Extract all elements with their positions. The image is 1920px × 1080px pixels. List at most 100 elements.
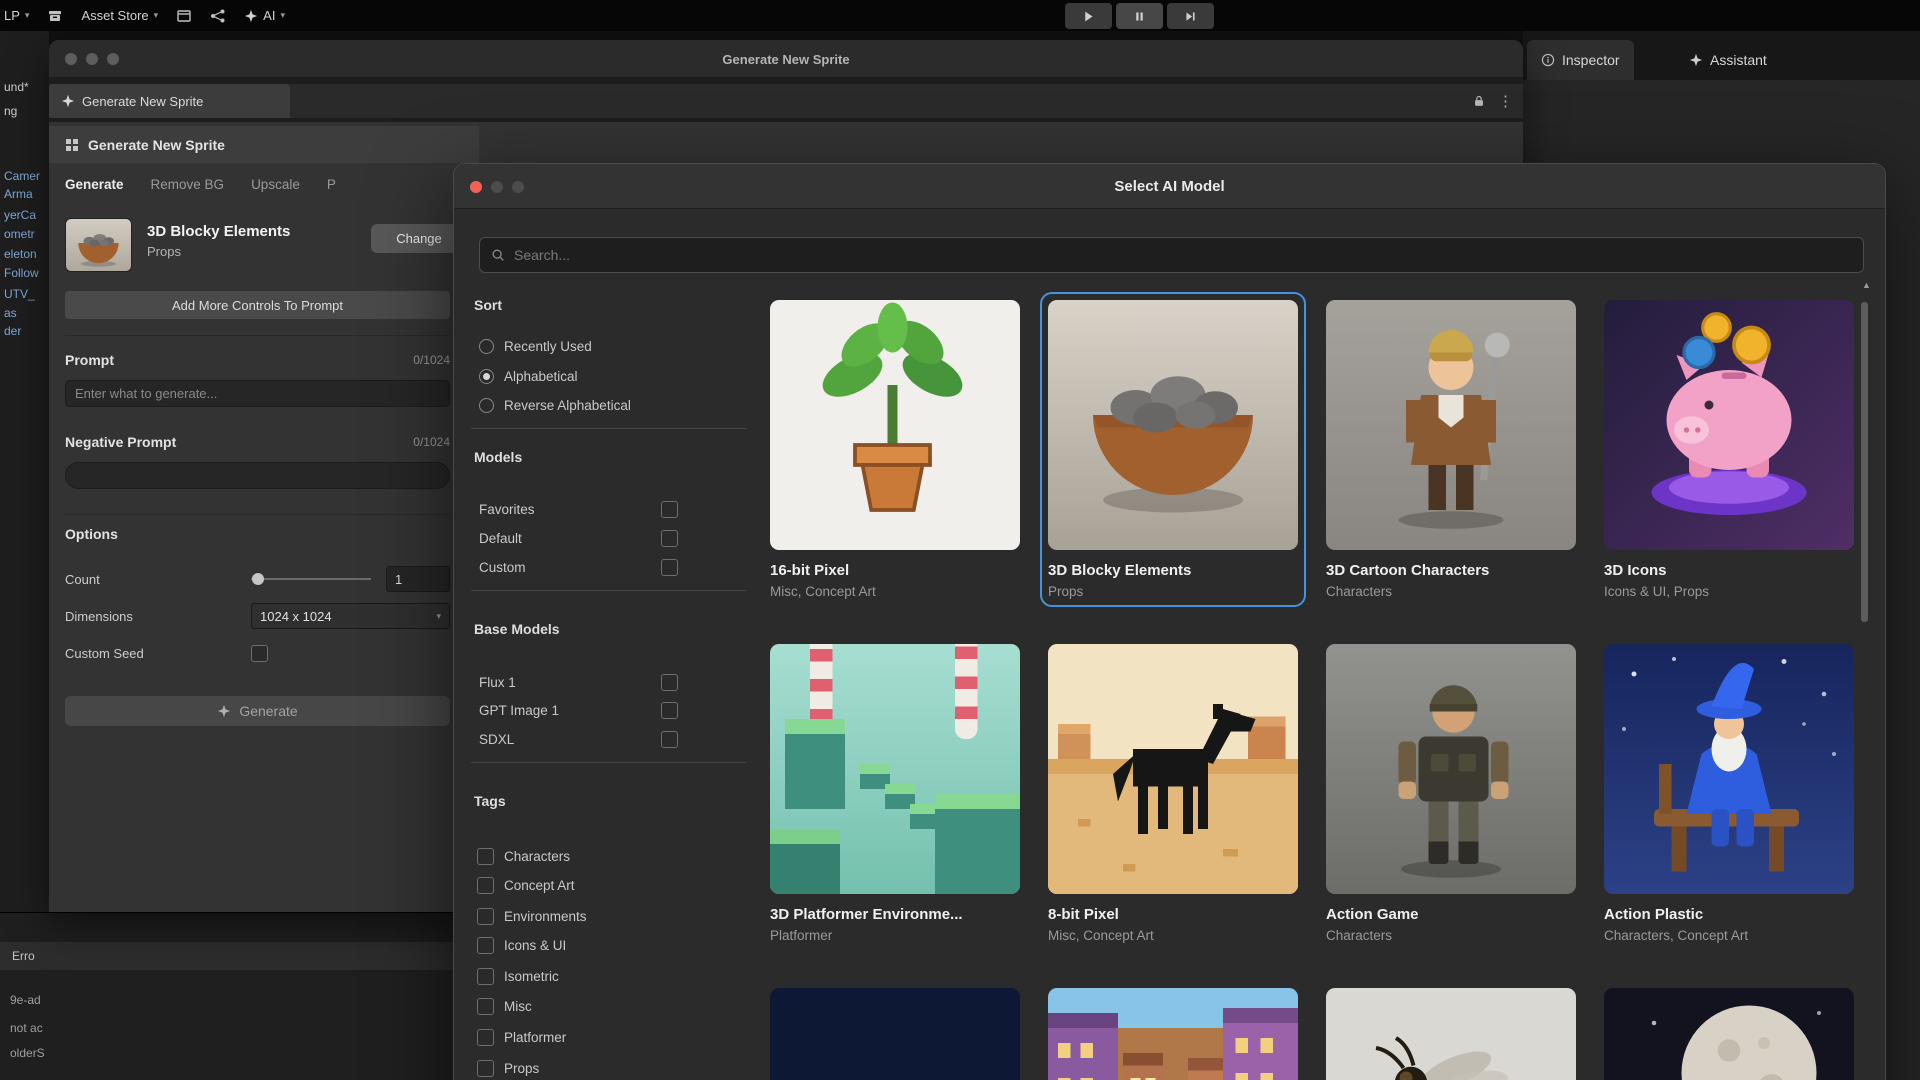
negative-label-row: Negative Prompt 0/1024 (65, 434, 450, 450)
hierarchy-item[interactable]: und* (4, 80, 29, 94)
custom-seed-checkbox[interactable] (251, 645, 268, 662)
menu-asset-store[interactable]: Asset Store ▾ (81, 8, 158, 23)
filter-gpt-image-1[interactable]: GPT Image 1 (479, 699, 746, 721)
slider-knob[interactable] (252, 573, 264, 585)
model-card[interactable]: Action Game Characters (1318, 636, 1584, 951)
count-row: Count 1 (65, 566, 450, 592)
tag-checkbox[interactable] (477, 908, 494, 925)
filter-custom[interactable]: Custom (479, 556, 746, 578)
model-card[interactable]: 3D Icons Icons & UI, Props (1596, 292, 1862, 607)
add-controls-button[interactable]: Add More Controls To Prompt (65, 291, 450, 319)
hierarchy-item[interactable]: as (4, 306, 17, 320)
radio-icon[interactable] (479, 369, 494, 384)
tab-generate-new-sprite[interactable]: Generate New Sprite (49, 84, 290, 118)
model-card-subtitle: Misc, Concept Art (770, 584, 1020, 599)
tag-checkbox[interactable] (477, 1029, 494, 1046)
tag-checkbox[interactable] (477, 968, 494, 985)
tab-inspector[interactable]: Inspector (1527, 40, 1634, 80)
graph-icon[interactable] (210, 8, 226, 24)
filter-sdxl[interactable]: SDXL (479, 728, 746, 750)
model-card[interactable] (762, 980, 1028, 1080)
wasp-art (1326, 988, 1576, 1080)
hierarchy-item[interactable]: Follow (4, 266, 39, 280)
model-card[interactable]: 3D Blocky Elements Props (1040, 292, 1306, 607)
window-icon[interactable] (176, 8, 192, 24)
radio-icon[interactable] (479, 339, 494, 354)
hierarchy-strip: und* ng Camer Arma yerCa ometr eleton Fo… (0, 31, 49, 912)
hierarchy-item[interactable]: UTV_ (4, 287, 35, 301)
model-card[interactable]: 3D Cartoon Characters Characters (1318, 292, 1584, 607)
tag-checkbox[interactable] (477, 1060, 494, 1077)
scroll-up-icon[interactable]: ▲ (1862, 280, 1871, 290)
model-card[interactable] (1596, 980, 1862, 1080)
console-line[interactable]: 9e-ad (10, 993, 41, 1007)
sort-option-reverse-alphabetical[interactable]: Reverse Alphabetical (479, 394, 746, 416)
filter-default[interactable]: Default (479, 527, 746, 549)
tag-checkbox[interactable] (477, 877, 494, 894)
hierarchy-item[interactable]: yerCa (4, 208, 36, 222)
kebab-menu-icon[interactable]: ⋮ (1498, 94, 1513, 109)
tag-props[interactable]: Props (477, 1057, 744, 1079)
step-button[interactable] (1167, 3, 1214, 29)
pause-button[interactable] (1116, 3, 1163, 29)
prompt-input[interactable] (65, 380, 450, 407)
play-button[interactable] (1065, 3, 1112, 29)
gpt-image-1-checkbox[interactable] (661, 702, 678, 719)
tab-assistant[interactable]: Assistant (1675, 40, 1781, 80)
filter-flux-1[interactable]: Flux 1 (479, 671, 746, 693)
tab-remove-bg[interactable]: Remove BG (151, 177, 225, 192)
model-card[interactable] (1040, 980, 1306, 1080)
hierarchy-item[interactable]: ometr (4, 227, 35, 241)
flux1-checkbox[interactable] (661, 674, 678, 691)
count-slider[interactable] (251, 572, 371, 586)
favorites-checkbox[interactable] (661, 501, 678, 518)
tag-concept-art[interactable]: Concept Art (477, 874, 744, 896)
menu-ai[interactable]: AI ▾ (244, 8, 285, 23)
negative-prompt-input[interactable] (65, 462, 450, 489)
console-row[interactable]: Erro (0, 942, 453, 970)
model-card[interactable]: Action Plastic Characters, Concept Art (1596, 636, 1862, 951)
lock-icon[interactable] (1472, 94, 1486, 108)
model-card[interactable]: 16-bit Pixel Misc, Concept Art (762, 292, 1028, 607)
package-icon[interactable] (47, 8, 63, 24)
dialog-titlebar[interactable]: Select AI Model (454, 164, 1885, 209)
default-checkbox[interactable] (661, 530, 678, 547)
custom-checkbox[interactable] (661, 559, 678, 576)
tag-misc[interactable]: Misc (477, 995, 744, 1017)
hierarchy-item[interactable]: Camer (4, 169, 40, 183)
tag-characters[interactable]: Characters (477, 845, 744, 867)
tab-p-truncated[interactable]: P (327, 177, 336, 192)
tab-generate[interactable]: Generate (65, 177, 124, 192)
hierarchy-item[interactable]: eleton (4, 247, 37, 261)
tag-checkbox[interactable] (477, 848, 494, 865)
tag-checkbox[interactable] (477, 937, 494, 954)
count-value-field[interactable]: 1 (386, 566, 450, 592)
hierarchy-item[interactable]: der (4, 324, 21, 338)
window-titlebar[interactable]: Generate New Sprite (49, 40, 1523, 78)
sdxl-checkbox[interactable] (661, 731, 678, 748)
tag-isometric[interactable]: Isometric (477, 965, 744, 987)
menu-help[interactable]: LP ▾ (4, 8, 29, 23)
model-search[interactable] (479, 237, 1864, 273)
radio-icon[interactable] (479, 398, 494, 413)
hierarchy-item[interactable]: Arma (4, 187, 33, 201)
model-search-input[interactable] (514, 247, 1852, 263)
console-line[interactable]: not ac (10, 1021, 43, 1035)
tag-checkbox[interactable] (477, 998, 494, 1015)
tag-platformer[interactable]: Platformer (477, 1026, 744, 1048)
sort-option-label: Reverse Alphabetical (504, 398, 631, 413)
modal-scrollbar-thumb[interactable] (1861, 302, 1868, 622)
model-card[interactable]: 8-bit Pixel Misc, Concept Art (1040, 636, 1306, 951)
filter-favorites[interactable]: Favorites (479, 498, 746, 520)
sort-option-recently-used[interactable]: Recently Used (479, 335, 746, 357)
generate-button[interactable]: Generate (65, 696, 450, 726)
model-card[interactable]: 3D Platformer Environme... Platformer (762, 636, 1028, 951)
sort-option-alphabetical[interactable]: Alphabetical (479, 365, 746, 387)
dimensions-dropdown[interactable]: 1024 x 1024 ▾ (251, 603, 450, 629)
tab-upscale[interactable]: Upscale (251, 177, 300, 192)
console-line[interactable]: olderS (10, 1046, 45, 1060)
model-card[interactable] (1318, 980, 1584, 1080)
hierarchy-item[interactable]: ng (4, 104, 17, 118)
tag-icons-ui[interactable]: Icons & UI (477, 934, 744, 956)
tag-environments[interactable]: Environments (477, 905, 744, 927)
